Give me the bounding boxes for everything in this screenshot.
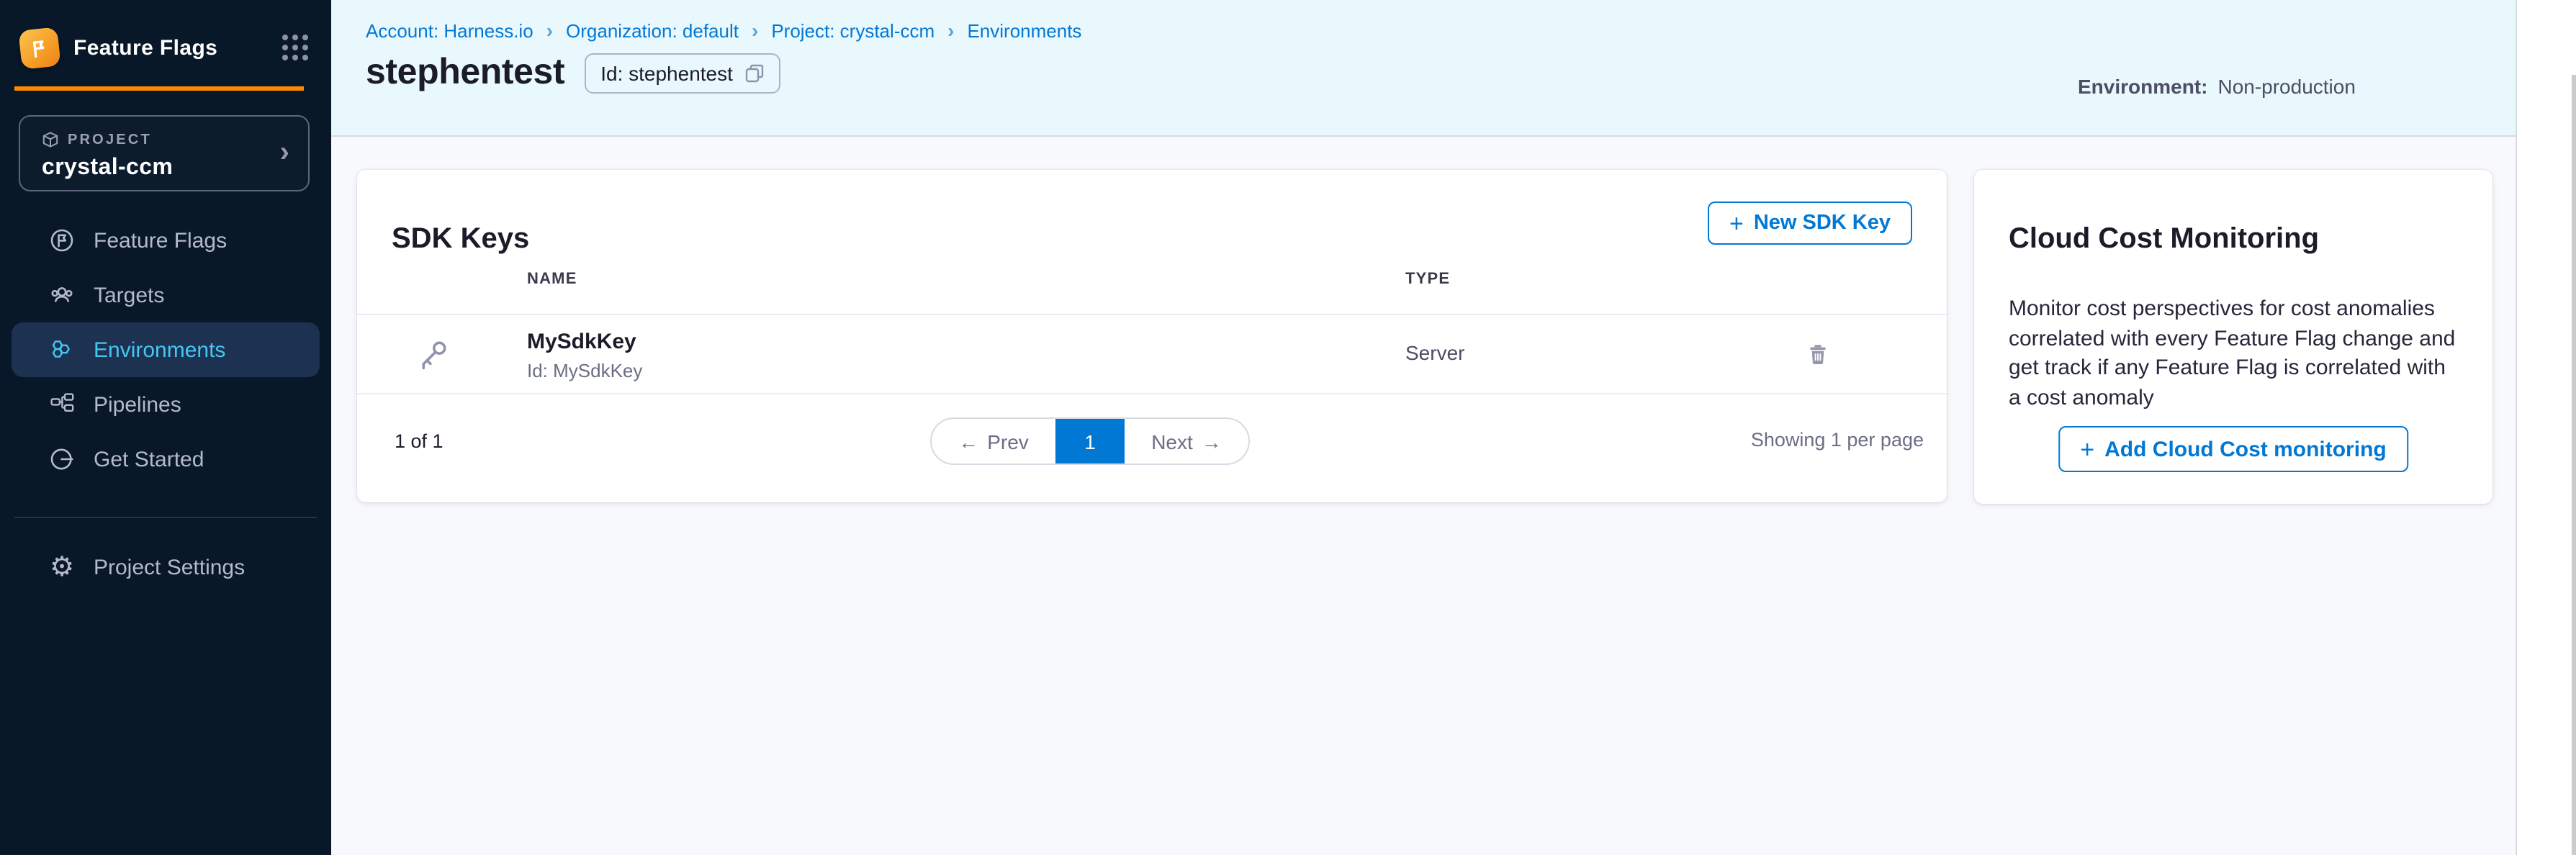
module-switcher-icon[interactable] xyxy=(282,35,308,60)
next-page-button[interactable]: Next → xyxy=(1125,419,1248,463)
sidebar-item-label: Targets xyxy=(94,283,164,307)
sidebar: Feature Flags PROJECT crystal-ccm › Feat… xyxy=(0,0,331,855)
scrollbar[interactable] xyxy=(2572,75,2576,855)
project-label: PROJECT xyxy=(42,131,152,148)
feature-flags-logo-icon xyxy=(18,26,60,68)
sidebar-item-environments[interactable]: Environments xyxy=(12,322,320,377)
sidebar-divider xyxy=(14,517,317,518)
sidebar-item-label: Environments xyxy=(94,338,225,362)
left-arrow-icon: ← xyxy=(958,430,978,453)
add-cloud-cost-label: Add Cloud Cost monitoring xyxy=(2104,437,2387,461)
module-title: Feature Flags xyxy=(73,35,217,60)
people-icon xyxy=(49,282,75,308)
breadcrumb-organization-link[interactable]: Organization: default xyxy=(566,19,739,41)
sidebar-item-feature-flags[interactable]: Feature Flags xyxy=(0,213,331,268)
sdk-key-name: MySdkKey xyxy=(527,330,636,354)
environment-type: Environment: Non-production xyxy=(2078,75,2356,98)
get-started-icon xyxy=(49,446,75,472)
page-count: 1 of 1 xyxy=(395,430,443,452)
breadcrumb-separator-icon: › xyxy=(546,19,553,42)
breadcrumb-environments-link[interactable]: Environments xyxy=(967,19,1081,41)
column-header-name: NAME xyxy=(527,271,577,288)
app-window: Feature Flags PROJECT crystal-ccm › Feat… xyxy=(0,0,2576,855)
prev-label: Prev xyxy=(987,430,1029,453)
environment-type-value: Non-production xyxy=(2217,75,2355,98)
plus-icon: + xyxy=(1729,211,1744,235)
showing-per-page: Showing 1 per page xyxy=(1751,429,1924,451)
pipelines-icon xyxy=(49,392,75,417)
right-panel-strip xyxy=(2516,0,2576,855)
project-name: crystal-ccm xyxy=(42,155,173,181)
sdk-keys-card: SDK Keys + New SDK Key NAME TYPE MySdkKe… xyxy=(357,170,1947,502)
sidebar-item-label: Pipelines xyxy=(94,392,181,417)
add-cloud-cost-button[interactable]: + Add Cloud Cost monitoring xyxy=(2058,426,2408,472)
environment-id-text: Id: stephentest xyxy=(600,61,733,84)
sidebar-item-targets[interactable]: Targets xyxy=(0,268,331,322)
breadcrumb-project-link[interactable]: Project: crystal-ccm xyxy=(771,19,935,41)
page-title: stephentest xyxy=(366,52,564,94)
new-sdk-key-label: New SDK Key xyxy=(1754,212,1891,235)
page-header: Account: Harness.io › Organization: defa… xyxy=(331,0,2516,137)
environments-hexagons-icon xyxy=(49,337,75,363)
cloud-cost-card: Cloud Cost Monitoring Monitor cost persp… xyxy=(1974,170,2492,504)
prev-page-button[interactable]: ← Prev xyxy=(932,419,1055,463)
cube-icon xyxy=(42,131,59,148)
breadcrumb-separator-icon: › xyxy=(947,19,954,42)
pagination: ← Prev 1 Next → xyxy=(930,417,1250,465)
brand-divider xyxy=(14,86,304,91)
sdk-keys-title: SDK Keys xyxy=(392,222,529,255)
sidebar-item-pipelines[interactable]: Pipelines xyxy=(0,377,331,432)
right-arrow-icon: → xyxy=(1202,430,1222,453)
key-icon xyxy=(418,338,449,377)
column-header-type: TYPE xyxy=(1405,271,1450,288)
cloud-cost-description: Monitor cost perspectives for cost anoma… xyxy=(2009,295,2461,413)
new-sdk-key-button[interactable]: + New SDK Key xyxy=(1708,202,1912,245)
project-selector[interactable]: PROJECT crystal-ccm › xyxy=(19,115,310,191)
page-1-button[interactable]: 1 xyxy=(1055,419,1125,463)
gear-icon: ⚙ xyxy=(49,554,75,580)
module-header: Feature Flags xyxy=(20,24,308,71)
main-area: Account: Harness.io › Organization: defa… xyxy=(331,0,2516,855)
sidebar-item-label: Project Settings xyxy=(94,555,245,579)
sdk-key-id: Id: MySdkKey xyxy=(527,360,642,381)
environment-type-label: Environment: xyxy=(2078,75,2207,98)
breadcrumb-account-link[interactable]: Account: Harness.io xyxy=(366,19,533,41)
chevron-right-icon: › xyxy=(280,136,289,169)
sidebar-item-label: Feature Flags xyxy=(94,228,227,253)
trash-icon xyxy=(1806,343,1830,367)
sidebar-nav: Feature Flags Targets Environments Pipel… xyxy=(0,213,331,487)
sidebar-item-project-settings[interactable]: ⚙ Project Settings xyxy=(0,540,331,594)
breadcrumb: Account: Harness.io › Organization: defa… xyxy=(366,19,1081,42)
plus-icon: + xyxy=(2080,437,2094,461)
copy-icon[interactable] xyxy=(744,63,765,83)
sdk-key-type: Server xyxy=(1405,341,1464,364)
next-label: Next xyxy=(1151,430,1193,453)
cloud-cost-title: Cloud Cost Monitoring xyxy=(2009,222,2319,255)
sidebar-item-get-started[interactable]: Get Started xyxy=(0,432,331,487)
flag-circle-icon xyxy=(49,227,75,253)
environment-id-badge: Id: stephentest xyxy=(585,53,780,93)
sidebar-item-label: Get Started xyxy=(94,447,204,471)
breadcrumb-separator-icon: › xyxy=(752,19,758,42)
sdk-key-row[interactable]: MySdkKey Id: MySdkKey Server xyxy=(357,314,1947,394)
delete-sdk-key-button[interactable] xyxy=(1806,343,1830,367)
